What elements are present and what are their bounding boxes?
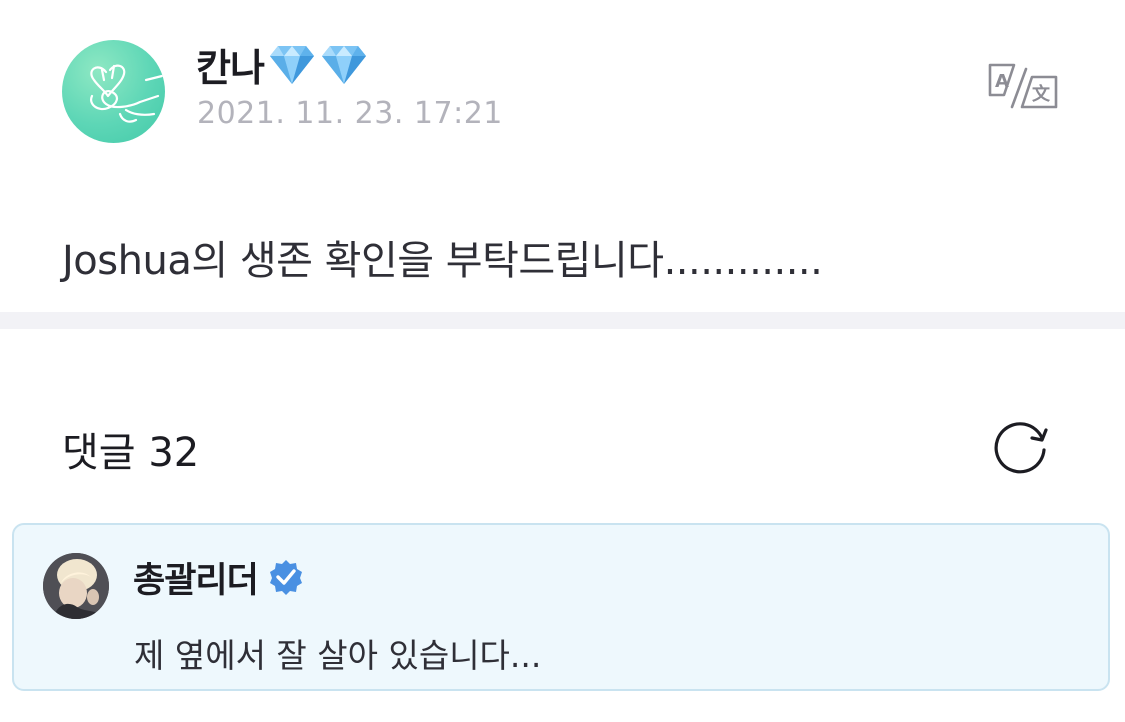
commenter-avatar[interactable] [43,553,109,619]
post-header: 칸나 2021. 11. 23. 17:21 A 文 [0,0,1125,180]
diamond-icon [320,42,368,86]
highlighted-comment[interactable]: 총괄리더 제 옆에서 잘 살아 있습니다... [12,523,1110,691]
svg-text:文: 文 [1032,83,1051,105]
avatar-doodle-icon [90,64,164,123]
commenter-name[interactable]: 총괄리더 [133,552,259,603]
translate-icon[interactable]: A 文 [986,61,1060,113]
post-page: 칸나 2021. 11. 23. 17:21 A 文 Joshua의 생존 확인… [0,0,1125,722]
author-name[interactable]: 칸나 [196,37,265,92]
comments-count-title: 댓글 32 [62,430,200,476]
verified-icon [268,559,304,595]
diamond-icon [268,42,316,86]
author-avatar[interactable] [62,40,165,143]
svg-text:A: A [995,71,1009,92]
refresh-icon[interactable] [994,418,1052,474]
comment-text: 제 옆에서 잘 살아 있습니다... [134,636,542,675]
post-date: 2021. 11. 23. 17:21 [197,96,503,131]
post-body-text: Joshua의 생존 확인을 부탁드립니다............. [62,238,823,284]
section-divider [0,312,1125,329]
commenter-name-row: 총괄리더 [133,555,304,601]
author-name-row: 칸나 [196,38,368,90]
